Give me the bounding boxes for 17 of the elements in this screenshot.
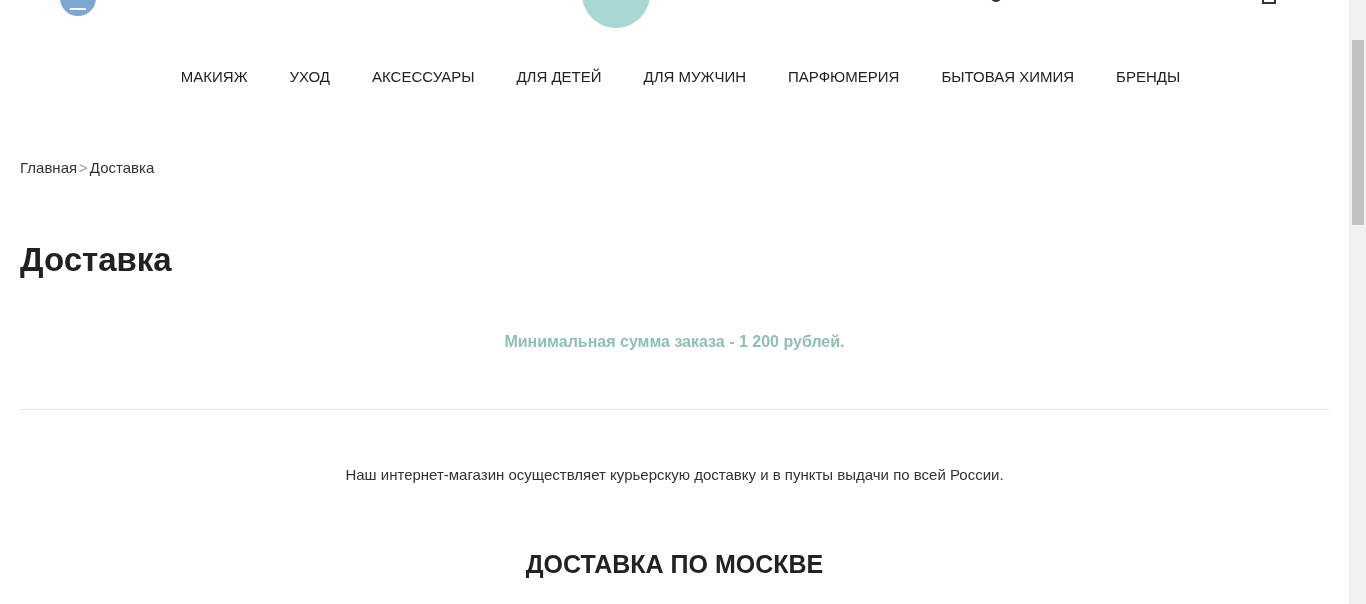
nav-link[interactable]: ДЛЯ ДЕТЕЙ — [516, 66, 602, 89]
nav-link[interactable]: АКСЕССУАРЫ — [372, 66, 475, 89]
breadcrumb-separator: > — [78, 157, 89, 178]
scrollbar-thumb[interactable] — [1351, 40, 1364, 225]
section-heading: ДОСТАВКА ПО МОСКВЕ — [524, 549, 825, 580]
nav-link[interactable]: МАКИЯЖ — [180, 66, 248, 89]
nav-link[interactable]: БЫТОВАЯ ХИМИЯ — [941, 66, 1075, 89]
nav-link[interactable]: БРЕНДЫ — [1116, 66, 1181, 89]
scrollbar[interactable] — [1349, 0, 1366, 604]
breadcrumb-link[interactable]: Главная — [20, 156, 78, 179]
intro-paragraph: Наш интернет-магазин осуществляет курьерскую доставку и в пункты выдачи по всей России. — [344, 464, 1005, 485]
nav-link[interactable]: УХОД — [289, 66, 331, 89]
nav-link[interactable]: ДЛЯ МУЖЧИН — [643, 66, 747, 89]
page-title: Доставка — [19, 240, 173, 280]
breadcrumb-link[interactable]: Доставка — [89, 156, 155, 179]
minimum-order-notice: Минимальная сумма заказа - 1 200 рублей. — [503, 331, 846, 352]
nav-link[interactable]: ПАРФЮМЕРИЯ — [788, 66, 900, 89]
